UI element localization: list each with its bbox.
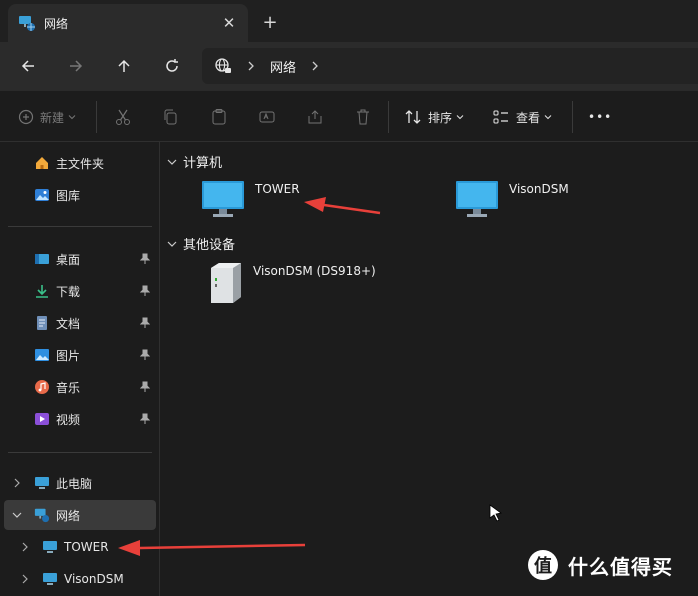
watermark-text: 什么值得买 <box>568 554 673 579</box>
annotation-arrow-main <box>304 197 381 215</box>
watermark: 值 什么值得买 <box>528 550 673 580</box>
watermark-logo: 值 <box>528 550 558 580</box>
annotation-arrows <box>118 197 381 556</box>
annotation-arrow-sidebar <box>118 540 306 556</box>
